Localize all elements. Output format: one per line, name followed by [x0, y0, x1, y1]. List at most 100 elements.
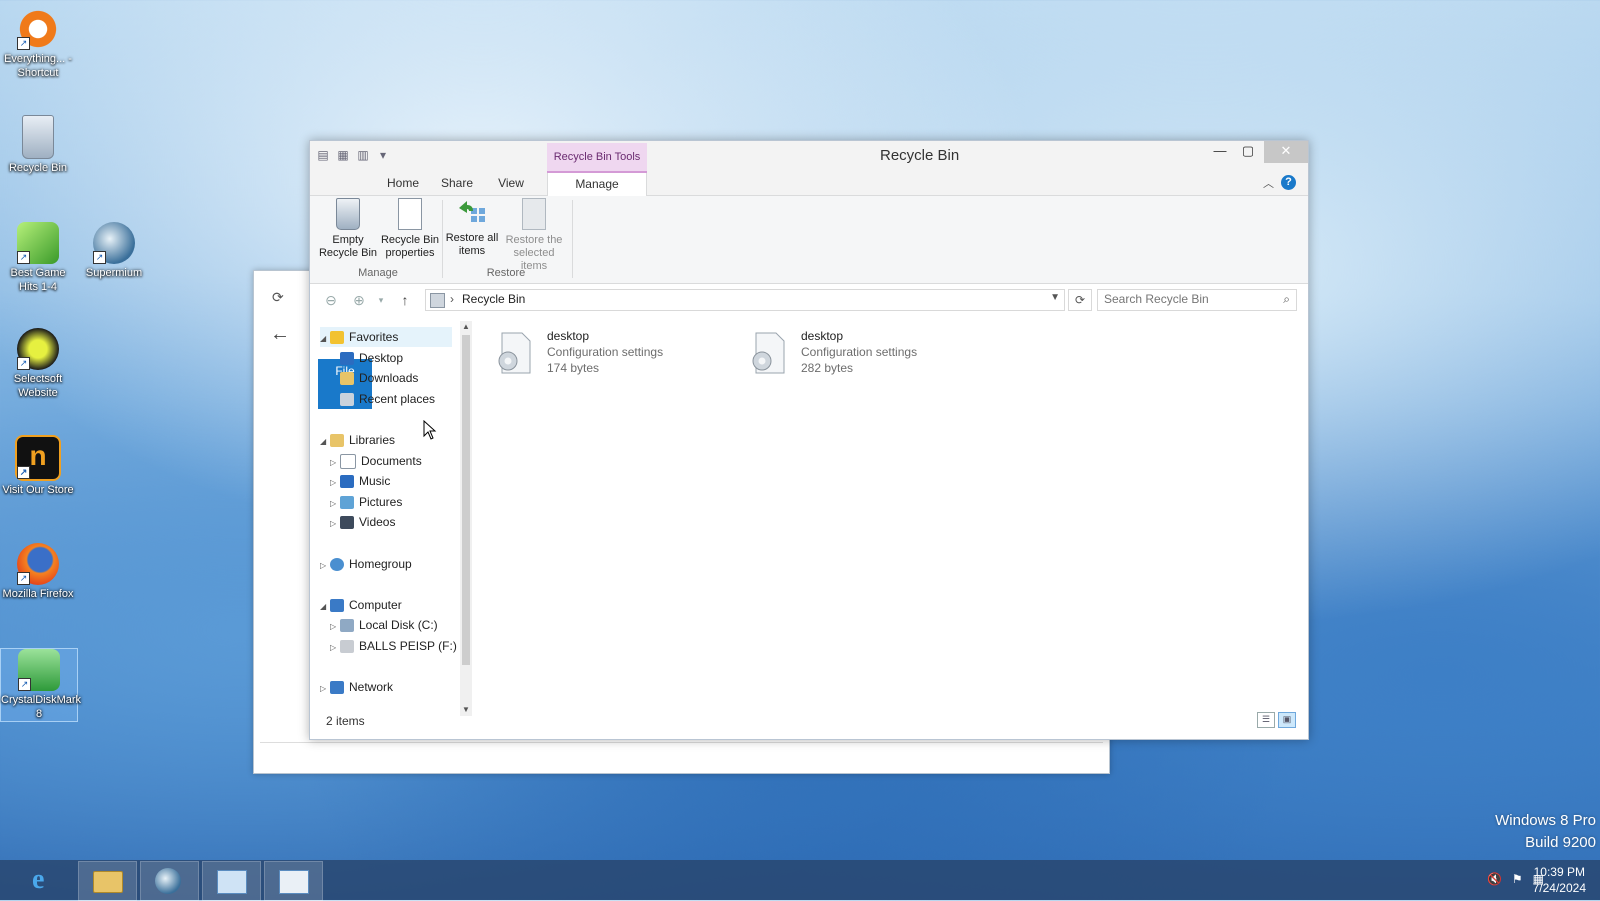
internet-explorer-icon: e	[32, 864, 45, 895]
desktop-icon-everything[interactable]: ↗ Everything... - Shortcut	[0, 8, 76, 80]
hard-drive-icon	[340, 619, 354, 633]
breadcrumb-recycle-bin[interactable]: Recycle Bin	[462, 292, 525, 306]
empty-recycle-bin-button[interactable]: Empty Recycle Bin	[316, 198, 380, 260]
collapsed-triangle-icon[interactable]: ▷	[330, 514, 340, 534]
customize-toolbar-icon[interactable]: ▾	[376, 148, 390, 162]
collapsed-triangle-icon[interactable]: ▷	[330, 494, 340, 514]
expanded-triangle-icon[interactable]: ◢	[320, 432, 330, 452]
recycle-bin-small-icon[interactable]: ▤	[316, 148, 330, 162]
collapsed-triangle-icon[interactable]: ▷	[320, 679, 330, 699]
nav-item-desktop[interactable]: Desktop	[330, 348, 403, 368]
chevron-up-icon[interactable]: ︿	[1263, 175, 1274, 191]
nav-item-downloads[interactable]: Downloads	[330, 368, 418, 388]
clock[interactable]: 10:39 PM 7/24/2024	[1533, 864, 1586, 896]
title-bar[interactable]: ▤ ▦ ▥ ▾ Recycle Bin Tools Recycle Bin — …	[310, 141, 1308, 171]
expanded-triangle-icon[interactable]: ◢	[320, 597, 330, 617]
taskbar-internet-explorer[interactable]: e	[16, 861, 73, 899]
folder-icon	[93, 871, 123, 893]
tab-manage[interactable]: Manage	[547, 171, 647, 197]
collapsed-triangle-icon[interactable]: ▷	[330, 617, 340, 637]
nav-item-label: Videos	[359, 515, 396, 529]
tab-home[interactable]: Home	[378, 171, 428, 195]
tab-share[interactable]: Share	[432, 171, 482, 195]
taskbar-supermium[interactable]	[140, 861, 199, 901]
pictures-icon	[340, 496, 354, 510]
back-arrow-icon[interactable]: ←	[270, 323, 290, 346]
desktop-icon-crystaldiskmark[interactable]: ↗ CrystalDiskMark 8	[0, 648, 81, 722]
nav-item-documents[interactable]: ▷ Documents	[330, 451, 422, 471]
back-icon[interactable]: ⊖	[322, 291, 340, 309]
scroll-down-icon[interactable]: ▼	[460, 704, 472, 716]
nav-item-homegroup[interactable]: ▷ Homegroup	[320, 554, 412, 574]
close-button[interactable]: ✕	[1264, 141, 1308, 163]
recycle-bin-small-icon	[430, 293, 445, 308]
collapsed-triangle-icon[interactable]: ▷	[330, 453, 340, 473]
window-title: Recycle Bin	[880, 147, 960, 164]
nav-item-local-disk-c[interactable]: ▷ Local Disk (C:)	[330, 615, 438, 635]
maximize-button[interactable]: ▢	[1234, 141, 1262, 163]
expanded-triangle-icon[interactable]: ◢	[320, 329, 330, 349]
recent-locations-icon[interactable]: ▾	[372, 291, 390, 309]
volume-muted-icon[interactable]: 🔇	[1487, 872, 1502, 886]
search-box[interactable]: ⌕	[1097, 289, 1297, 311]
file-type: Configuration settings	[801, 345, 918, 359]
details-view-icon[interactable]: ☰	[1257, 712, 1275, 728]
file-size: 174 bytes	[547, 361, 600, 375]
file-name: desktop	[801, 329, 844, 343]
downloads-folder-icon	[340, 372, 354, 386]
libraries-icon	[330, 434, 344, 448]
nav-scrollbar[interactable]: ▲ ▼	[460, 321, 472, 716]
minimize-button[interactable]: —	[1206, 141, 1234, 163]
collapsed-triangle-icon[interactable]: ▷	[330, 638, 340, 658]
new-folder-icon[interactable]: ▥	[356, 148, 370, 162]
chevron-down-icon[interactable]: ▼	[1050, 292, 1060, 303]
desktop-icon-supermium[interactable]: ↗ Supermium	[76, 222, 152, 280]
nav-item-network[interactable]: ▷ Network	[320, 677, 393, 697]
nav-item-computer[interactable]: ◢ Computer	[320, 595, 402, 615]
nav-item-favorites[interactable]: ◢ Favorites	[320, 327, 452, 347]
desktop-icon-selectsoft[interactable]: ↗ Selectsoft Website	[0, 328, 76, 400]
refresh-button[interactable]: ⟳	[1068, 289, 1092, 311]
properties-icon[interactable]: ▦	[336, 148, 350, 162]
nav-item-videos[interactable]: ▷ Videos	[330, 512, 395, 532]
taskbar-app[interactable]	[264, 861, 323, 901]
file-item[interactable]: desktop Configuration settings 174 bytes	[494, 329, 724, 379]
desktop-icon-best-game-hits[interactable]: ↗ Best Game Hits 1-4	[0, 222, 76, 294]
desktop-icon-label: Mozilla Firefox	[2, 588, 74, 600]
config-settings-icon	[494, 331, 534, 375]
large-icons-view-icon[interactable]: ▣	[1278, 712, 1296, 728]
forward-icon[interactable]: ⊕	[350, 291, 368, 309]
taskbar-file-explorer[interactable]	[78, 861, 137, 901]
file-item[interactable]: desktop Configuration settings 282 bytes	[748, 329, 978, 379]
refresh-icon[interactable]: ⟳	[272, 289, 290, 307]
search-icon[interactable]: ⌕	[1283, 292, 1290, 307]
nav-item-music[interactable]: ▷ Music	[330, 471, 390, 491]
desktop-icon-visit-store[interactable]: n ↗ Visit Our Store	[0, 435, 76, 497]
breadcrumb-separator-icon[interactable]: ›	[450, 292, 454, 306]
nav-item-balls-peisp-f[interactable]: ▷ BALLS PEISP (F:)	[330, 636, 457, 656]
restore-all-items-button[interactable]: Restore all items	[440, 198, 504, 258]
tab-view[interactable]: View	[486, 171, 536, 195]
nav-item-libraries[interactable]: ◢ Libraries	[320, 430, 395, 450]
restore-selected-items-button[interactable]: Restore the selected items	[502, 198, 566, 273]
action-center-flag-icon[interactable]: ⚑	[1512, 872, 1523, 886]
nav-item-recent-places[interactable]: Recent places	[330, 389, 435, 409]
search-input[interactable]	[1098, 290, 1280, 308]
desktop-icon-recycle-bin[interactable]: Recycle Bin	[0, 115, 76, 175]
scrollbar-thumb[interactable]	[462, 335, 470, 665]
status-item-count: 2 items	[326, 714, 365, 728]
collapsed-triangle-icon[interactable]: ▷	[320, 556, 330, 576]
scroll-up-icon[interactable]: ▲	[460, 321, 472, 333]
nav-item-label: Local Disk (C:)	[359, 618, 438, 632]
ribbon-separator	[442, 200, 443, 278]
desktop-icon-label: Best Game Hits 1-4	[10, 267, 66, 293]
address-bar[interactable]: › Recycle Bin ▼	[425, 289, 1065, 311]
taskbar-control-panel[interactable]	[202, 861, 261, 901]
collapsed-triangle-icon[interactable]: ▷	[330, 473, 340, 493]
up-icon[interactable]: ↑	[396, 291, 414, 309]
recycle-bin-properties-button[interactable]: Recycle Bin properties	[378, 198, 442, 260]
recycle-bin-icon	[336, 198, 360, 230]
nav-item-pictures[interactable]: ▷ Pictures	[330, 492, 402, 512]
help-icon[interactable]: ?	[1281, 175, 1296, 190]
desktop-icon-firefox[interactable]: ↗ Mozilla Firefox	[0, 543, 76, 601]
